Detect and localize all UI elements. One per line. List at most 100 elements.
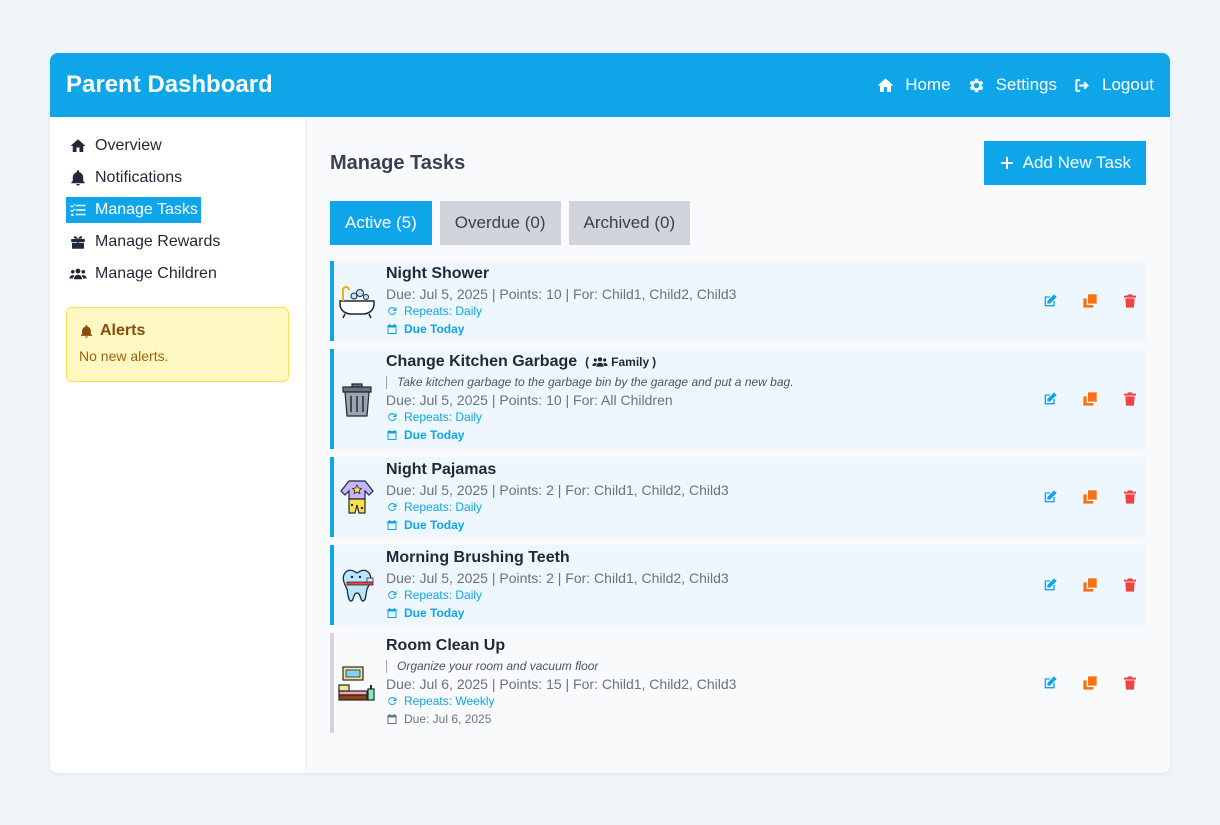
- alerts-message: No new alerts.: [79, 348, 169, 364]
- top-nav: Home Settings Logout: [876, 75, 1154, 95]
- copy-icon[interactable]: [1082, 675, 1098, 691]
- sidebar-item-label: Manage Children: [95, 265, 217, 282]
- task-list: Night Shower Due: Jul 5, 2025 | Points: …: [330, 261, 1146, 733]
- tooth-icon: [342, 569, 374, 602]
- task-repeat-text: Repeats: Daily: [404, 588, 483, 602]
- room-icon: [338, 666, 375, 701]
- sidebar-item-manage-tasks[interactable]: Manage Tasks: [66, 197, 201, 223]
- bell-icon: [80, 324, 93, 338]
- sidebar-item-label: Manage Rewards: [95, 233, 221, 250]
- edit-icon[interactable]: [1042, 489, 1058, 505]
- nav-home[interactable]: Home: [876, 75, 951, 95]
- nav-logout[interactable]: Logout: [1073, 75, 1154, 95]
- edit-icon[interactable]: [1042, 577, 1058, 593]
- nav-settings[interactable]: Settings: [967, 75, 1057, 95]
- task-tabs: Active (5) Overdue (0) Archived (0): [330, 201, 1146, 245]
- task-row: Night Pajamas Due: Jul 5, 2025 | Points:…: [330, 457, 1146, 537]
- task-actions: [1042, 391, 1138, 407]
- bathtub-icon: [339, 286, 375, 319]
- copy-icon[interactable]: [1082, 489, 1098, 505]
- sidebar-item-manage-rewards[interactable]: Manage Rewards: [66, 229, 223, 255]
- task-due: Due: Jul 6, 2025: [386, 712, 1146, 726]
- tab-archived[interactable]: Archived (0): [568, 201, 691, 245]
- delete-icon[interactable]: [1122, 293, 1138, 309]
- copy-icon[interactable]: [1082, 577, 1098, 593]
- users-icon: [592, 357, 608, 367]
- nav-home-label: Home: [905, 75, 951, 94]
- sidebar-item-manage-children[interactable]: Manage Children: [66, 261, 220, 287]
- task-repeat-text: Repeats: Daily: [404, 304, 483, 318]
- nav-settings-label: Settings: [995, 75, 1057, 94]
- task-repeat: Repeats: Daily: [386, 500, 1146, 514]
- task-meta: Due: Jul 5, 2025 | Points: 2 | For: Chil…: [386, 570, 729, 586]
- task-row: Morning Brushing Teeth Due: Jul 5, 2025 …: [330, 545, 1146, 625]
- task-due: Due Today: [386, 606, 1146, 620]
- task-due: Due Today: [386, 428, 1146, 442]
- task-due: Due Today: [386, 322, 1146, 336]
- sidebar-item-label: Manage Tasks: [95, 201, 198, 218]
- task-title: Night Shower: [386, 265, 490, 282]
- sidebar-item-notifications[interactable]: Notifications: [66, 165, 185, 191]
- task-meta: Due: Jul 6, 2025 | Points: 15 | For: Chi…: [386, 676, 737, 692]
- task-due-text: Due Today: [404, 518, 465, 532]
- main-content: Manage Tasks Add New Task Active (5) Ove…: [330, 117, 1146, 733]
- task-repeat: Repeats: Daily: [386, 410, 1146, 424]
- task-description: Take kitchen garbage to the garbage bin …: [386, 376, 1146, 389]
- task-actions: [1042, 577, 1138, 593]
- edit-icon[interactable]: [1042, 293, 1058, 309]
- task-meta: Due: Jul 5, 2025 | Points: 2 | For: Chil…: [386, 482, 729, 498]
- gift-icon: [71, 236, 85, 249]
- task-title: Night Pajamas: [386, 461, 497, 478]
- repeat-icon: [388, 697, 397, 705]
- calendar-icon: [387, 520, 397, 530]
- gear-icon: [969, 78, 983, 92]
- task-meta: Due: Jul 5, 2025 | Points: 10 | For: All…: [386, 392, 673, 408]
- page-title: Manage Tasks: [330, 151, 466, 174]
- calendar-icon: [387, 430, 397, 440]
- main-header: Manage Tasks Add New Task: [330, 141, 1146, 185]
- app-title: Parent Dashboard: [66, 71, 273, 98]
- plus-icon: [1000, 157, 1013, 169]
- task-actions: [1042, 293, 1138, 309]
- alerts-title-text: Alerts: [100, 322, 146, 339]
- delete-icon[interactable]: [1122, 577, 1138, 593]
- task-title: Morning Brushing Teeth: [386, 549, 570, 566]
- tab-active[interactable]: Active (5): [330, 201, 432, 245]
- edit-icon[interactable]: [1042, 391, 1058, 407]
- bell-icon: [71, 170, 85, 186]
- task-row: Change Kitchen Garbage (Family) Take kit…: [330, 349, 1146, 449]
- calendar-icon: [387, 608, 397, 618]
- task-repeat: Repeats: Weekly: [386, 694, 1146, 708]
- add-new-task-button[interactable]: Add New Task: [983, 141, 1146, 185]
- task-due: Due Today: [386, 518, 1146, 532]
- task-due-text: Due Today: [404, 428, 465, 442]
- add-new-task-label: Add New Task: [1022, 153, 1131, 172]
- alerts-panel: Alerts No new alerts.: [66, 307, 289, 382]
- calendar-icon: [387, 324, 397, 334]
- task-actions: [1042, 675, 1138, 691]
- app-window: Parent Dashboard Home Settings Logout Ov…: [50, 53, 1170, 773]
- copy-icon[interactable]: [1082, 293, 1098, 309]
- task-repeat-text: Repeats: Weekly: [404, 694, 495, 708]
- task-due-text: Due: Jul 6, 2025: [404, 712, 492, 726]
- task-repeat: Repeats: Daily: [386, 588, 1146, 602]
- copy-icon[interactable]: [1082, 391, 1098, 407]
- delete-icon[interactable]: [1122, 391, 1138, 407]
- task-row: Night Shower Due: Jul 5, 2025 | Points: …: [330, 261, 1146, 341]
- task-due-text: Due Today: [404, 322, 465, 336]
- task-title: Room Clean Up: [386, 637, 506, 654]
- task-list-icon: [70, 204, 86, 216]
- sidebar-item-overview[interactable]: Overview: [66, 133, 165, 159]
- delete-icon[interactable]: [1122, 675, 1138, 691]
- sidebar: Overview Notifications Manage Tasks Mana…: [50, 117, 305, 773]
- task-row: Room Clean Up Organize your room and vac…: [330, 633, 1146, 733]
- top-header: Parent Dashboard Home Settings Logout: [50, 53, 1170, 117]
- task-due-text: Due Today: [404, 606, 465, 620]
- edit-icon[interactable]: [1042, 675, 1058, 691]
- task-repeat-text: Repeats: Daily: [404, 410, 483, 424]
- delete-icon[interactable]: [1122, 489, 1138, 505]
- family-badge-text: Family: [611, 355, 650, 369]
- tab-overdue[interactable]: Overdue (0): [439, 201, 561, 245]
- home-icon: [70, 139, 86, 152]
- task-repeat: Repeats: Daily: [386, 304, 1146, 318]
